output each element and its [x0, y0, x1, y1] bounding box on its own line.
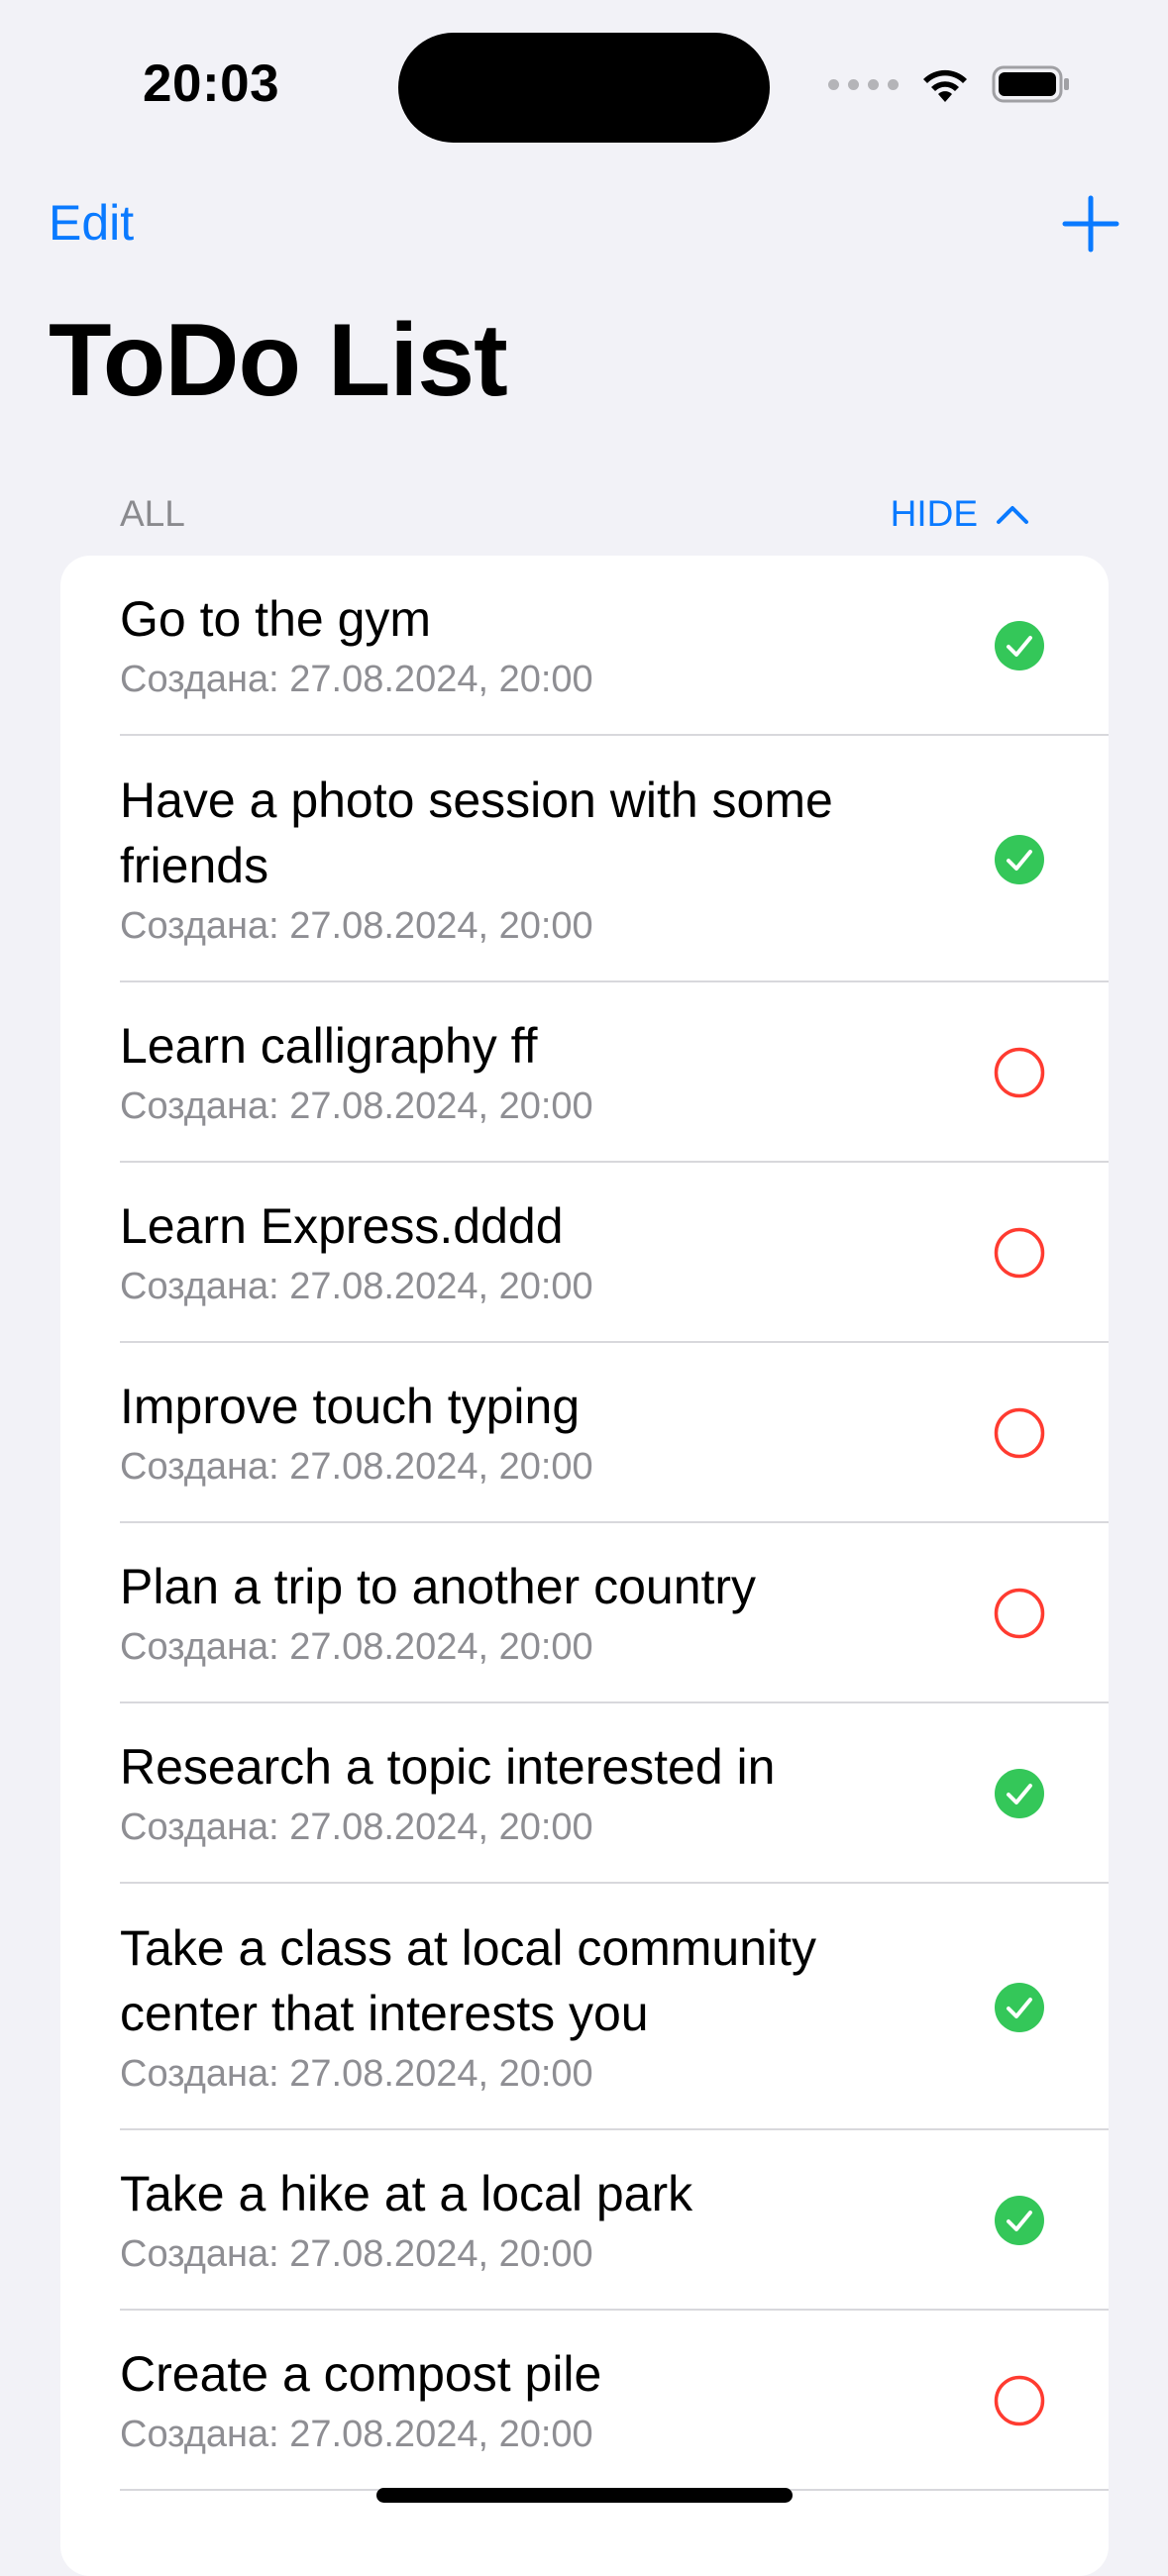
status-icons — [828, 59, 1071, 109]
page-title: ToDo List — [49, 303, 508, 418]
checkmark-circle-icon[interactable] — [994, 834, 1045, 885]
checkmark-circle-icon[interactable] — [994, 1982, 1045, 2033]
task-title: Take a class at local community center t… — [120, 1919, 817, 2041]
hide-toggle-button[interactable]: HIDE — [891, 493, 1029, 535]
task-row[interactable]: Take a hike at a local park Создана: 27.… — [60, 2130, 1109, 2311]
task-row[interactable]: Plan a trip to another country Создана: … — [60, 1523, 1109, 1703]
edit-button[interactable]: Edit — [49, 194, 134, 252]
task-row[interactable]: Create a compost pile Создана: 27.08.202… — [60, 2311, 1109, 2491]
task-title: Have a photo session with some friends — [120, 772, 833, 893]
task-title: Improve touch typing — [120, 1379, 581, 1434]
cellular-signal-icon — [828, 78, 899, 90]
checkmark-circle-icon[interactable] — [994, 1768, 1045, 1819]
dynamic-island — [398, 33, 770, 143]
empty-circle-icon[interactable] — [994, 2375, 1045, 2426]
checkmark-circle-icon[interactable] — [994, 620, 1045, 671]
chevron-up-icon — [997, 506, 1028, 524]
task-title: Research a topic interested in — [120, 1739, 776, 1795]
task-row[interactable]: Have a photo session with some friends С… — [60, 736, 1109, 982]
task-row[interactable]: Go to the gym Создана: 27.08.2024, 20:00 — [60, 556, 1109, 736]
home-indicator[interactable] — [376, 2488, 793, 2503]
task-created-date: Создана: 27.08.2024, 20:00 — [120, 659, 593, 700]
task-row[interactable]: Learn calligraphy ff Создана: 27.08.2024… — [60, 982, 1109, 1163]
status-time: 20:03 — [143, 54, 280, 113]
task-created-date: Создана: 27.08.2024, 20:00 — [120, 2414, 593, 2455]
task-row[interactable]: Improve touch typing Создана: 27.08.2024… — [60, 1343, 1109, 1523]
section-header: ALL HIDE — [120, 493, 1029, 535]
wifi-icon — [923, 69, 967, 102]
hide-toggle-label: HIDE — [890, 493, 978, 534]
task-created-date: Создана: 27.08.2024, 20:00 — [120, 1626, 593, 1668]
task-created-date: Создана: 27.08.2024, 20:00 — [120, 1446, 593, 1488]
task-row[interactable]: Learn Express.dddd Создана: 27.08.2024, … — [60, 1163, 1109, 1343]
task-title: Create a compost pile — [120, 2346, 602, 2402]
task-created-date: Создана: 27.08.2024, 20:00 — [120, 1085, 593, 1127]
task-title: Take a hike at a local park — [120, 2166, 693, 2221]
task-title: Learn Express.dddd — [120, 1198, 564, 1254]
battery-icon — [992, 65, 1069, 103]
task-title: Go to the gym — [120, 591, 432, 647]
checkmark-circle-icon[interactable] — [994, 2195, 1045, 2246]
task-list: Go to the gym Создана: 27.08.2024, 20:00… — [60, 556, 1109, 2576]
task-row[interactable]: Research a topic interested in Создана: … — [60, 1703, 1109, 1884]
empty-circle-icon[interactable] — [994, 1047, 1045, 1098]
task-created-date: Создана: 27.08.2024, 20:00 — [120, 2233, 593, 2275]
section-title: ALL — [120, 493, 185, 534]
task-title: Learn calligraphy ff — [120, 1018, 538, 1074]
task-created-date: Создана: 27.08.2024, 20:00 — [120, 904, 593, 947]
task-created-date: Создана: 27.08.2024, 20:00 — [120, 2052, 593, 2095]
empty-circle-icon[interactable] — [994, 1588, 1045, 1639]
empty-circle-icon[interactable] — [994, 1407, 1045, 1459]
empty-circle-icon[interactable] — [994, 1227, 1045, 1279]
task-created-date: Создана: 27.08.2024, 20:00 — [120, 1806, 593, 1848]
task-title: Plan a trip to another country — [120, 1559, 757, 1614]
plus-icon[interactable] — [1061, 194, 1120, 254]
task-created-date: Создана: 27.08.2024, 20:00 — [120, 1266, 593, 1307]
task-row[interactable]: Take a class at local community center t… — [60, 1884, 1109, 2130]
